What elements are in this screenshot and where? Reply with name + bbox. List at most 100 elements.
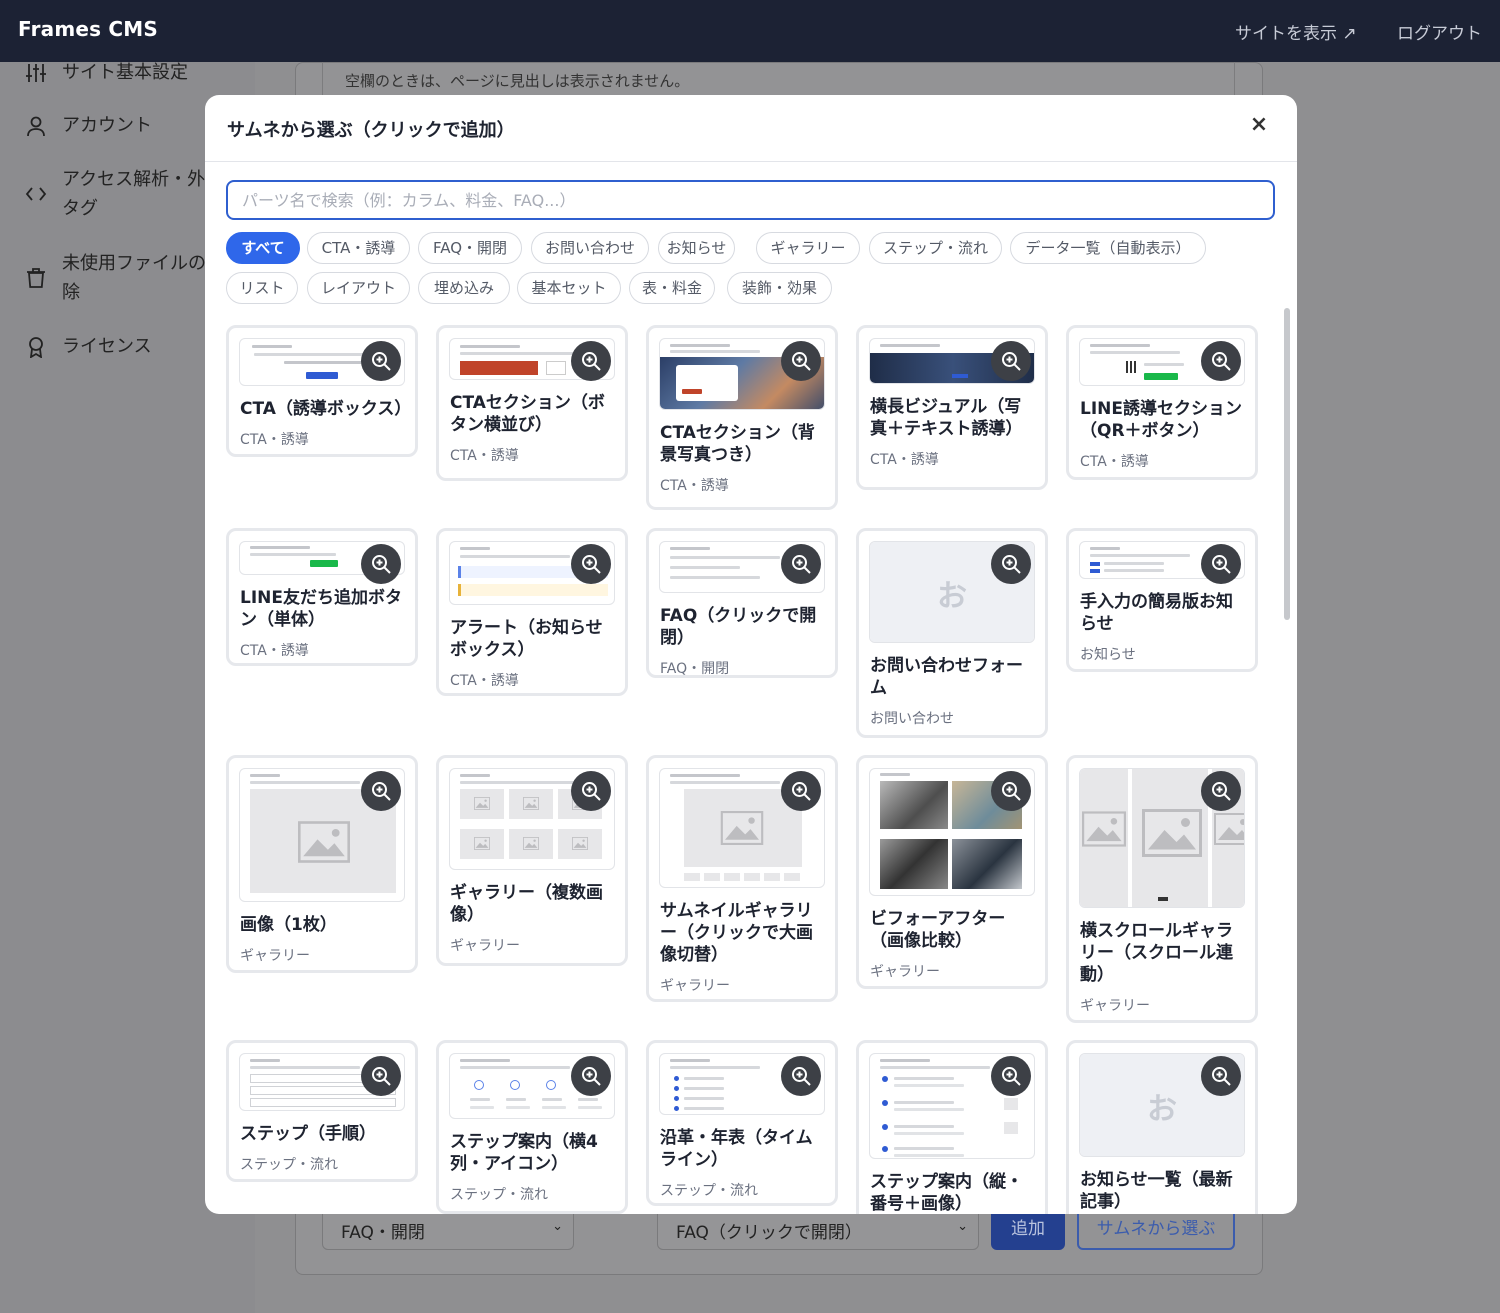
zoom-in-icon[interactable] xyxy=(571,341,611,381)
zoom-in-icon[interactable] xyxy=(571,1056,611,1096)
part-card[interactable]: サムネイルギャラリー（クリックで大画像切替） ギャラリー xyxy=(646,755,838,1002)
part-category: FAQ・開閉 xyxy=(660,661,730,677)
filter-chip[interactable]: 基本セット xyxy=(517,272,621,304)
part-select-value: FAQ（クリックで開閉） xyxy=(676,1223,862,1243)
part-title: LINE友だち追加ボタン（単体） xyxy=(240,588,402,630)
part-title: ステップ（手順） xyxy=(240,1124,376,1144)
filter-chip[interactable]: CTA・誘導 xyxy=(307,232,410,264)
part-card[interactable]: ギャラリー（複数画像） ギャラリー xyxy=(436,755,628,966)
part-card[interactable]: アラート（お知らせボックス） CTA・誘導 xyxy=(436,528,628,696)
part-card[interactable]: CTA（誘導ボックス） CTA・誘導 xyxy=(226,325,418,457)
image-placeholder-icon xyxy=(1214,813,1244,845)
part-title: CTAセクション（ボタン横並び） xyxy=(450,393,605,435)
sidebar-item-license[interactable]: ライセンス xyxy=(24,332,152,361)
filter-chip[interactable]: 装飾・効果 xyxy=(727,272,832,304)
zoom-in-icon[interactable] xyxy=(571,771,611,811)
part-category: ギャラリー xyxy=(870,964,940,980)
parts-grid: CTA（誘導ボックス） CTA・誘導 CTAセクション（ボタン横並び） CTA・誘導 C… xyxy=(205,317,1297,1214)
image-placeholder-icon xyxy=(474,797,490,810)
part-title: 沿革・年表（タイムライン） xyxy=(660,1128,813,1170)
filter-chip[interactable]: FAQ・開閉 xyxy=(418,232,522,264)
sidebar-item-analytics[interactable]: アクセス解析・外部 タグ xyxy=(24,165,223,223)
zoom-in-icon[interactable] xyxy=(781,341,821,381)
part-card[interactable]: FAQ（クリックで開閉） FAQ・開閉 xyxy=(646,528,838,678)
image-placeholder-icon xyxy=(1142,809,1202,857)
sidebar-item-account[interactable]: アカウント xyxy=(24,111,152,140)
filter-chip[interactable]: リスト xyxy=(226,272,298,304)
close-icon[interactable]: × xyxy=(1245,112,1273,142)
zoom-in-icon[interactable] xyxy=(781,1056,821,1096)
filter-chip[interactable]: すべて xyxy=(226,232,300,264)
part-card[interactable]: CTAセクション（背景写真つき） CTA・誘導 xyxy=(646,325,838,510)
image-placeholder-icon xyxy=(298,821,350,863)
part-select[interactable]: FAQ（クリックで開閉） ⌄ xyxy=(657,1208,979,1250)
badge-icon xyxy=(24,332,48,361)
part-card[interactable]: 画像（1枚） ギャラリー xyxy=(226,755,418,973)
part-card[interactable]: 沿革・年表（タイムライン） ステップ・流れ xyxy=(646,1040,838,1206)
part-card[interactable]: ビフォーアフター（画像比較） ギャラリー xyxy=(856,755,1048,989)
part-category: CTA・誘導 xyxy=(240,643,309,659)
zoom-in-icon[interactable] xyxy=(1201,341,1241,381)
zoom-in-icon[interactable] xyxy=(1201,544,1241,584)
part-title: CTA（誘導ボックス） xyxy=(240,399,412,419)
part-category: ギャラリー xyxy=(450,938,520,954)
user-icon xyxy=(24,111,48,140)
zoom-in-icon[interactable] xyxy=(361,544,401,584)
part-card[interactable]: LINE誘導セクション（QR＋ボタン） CTA・誘導 xyxy=(1066,325,1258,480)
zoom-in-icon[interactable] xyxy=(991,544,1031,584)
category-select[interactable]: FAQ・開閉 ⌄ xyxy=(322,1208,574,1250)
part-card[interactable]: おお知らせ一覧（最新記事） xyxy=(1066,1040,1258,1214)
image-placeholder-icon xyxy=(523,797,539,810)
image-placeholder-icon xyxy=(572,837,588,850)
sidebar-item-label: 未使用ファイルの削 除 xyxy=(62,253,224,303)
filter-chip[interactable]: 表・料金 xyxy=(629,272,715,304)
chevron-down-icon: ⌄ xyxy=(552,1219,563,1234)
zoom-in-icon[interactable] xyxy=(781,771,821,811)
filter-chip[interactable]: 埋め込み xyxy=(418,272,510,304)
part-card[interactable]: おお問い合わせフォーム お問い合わせ xyxy=(856,528,1048,738)
image-placeholder-icon xyxy=(474,837,490,850)
zoom-in-icon[interactable] xyxy=(1201,771,1241,811)
zoom-in-icon[interactable] xyxy=(361,771,401,811)
sidebar-item-unused-files[interactable]: 未使用ファイルの削 除 xyxy=(24,249,224,307)
view-site-link[interactable]: サイトを表示 ↗ xyxy=(1235,19,1357,44)
part-category: ギャラリー xyxy=(240,948,310,964)
part-card[interactable]: 手入力の簡易版お知らせ お知らせ xyxy=(1066,528,1258,672)
zoom-in-icon[interactable] xyxy=(361,1056,401,1096)
filter-chip[interactable]: レイアウト xyxy=(307,272,410,304)
zoom-in-icon[interactable] xyxy=(571,544,611,584)
part-title: ビフォーアフター（画像比較） xyxy=(870,909,1006,951)
part-title: お問い合わせフォーム xyxy=(870,656,1023,698)
trash-icon xyxy=(24,249,48,307)
add-button[interactable]: 追加 xyxy=(991,1208,1065,1250)
zoom-in-icon[interactable] xyxy=(1201,1056,1241,1096)
logout-link[interactable]: ログアウト xyxy=(1397,19,1482,44)
filter-chip[interactable]: お知らせ xyxy=(658,232,735,264)
sidebar-item-label: ライセンス xyxy=(62,336,152,357)
search-input[interactable] xyxy=(226,180,1275,220)
zoom-in-icon[interactable] xyxy=(781,544,821,584)
zoom-in-icon[interactable] xyxy=(991,341,1031,381)
filter-chip[interactable]: ステップ・流れ xyxy=(869,232,1002,264)
filter-chip[interactable]: お問い合わせ xyxy=(531,232,649,264)
part-title: ステップ案内（横4列・アイコン） xyxy=(450,1132,598,1174)
choose-thumb-button[interactable]: サムネから選ぶ xyxy=(1077,1208,1235,1250)
filter-chip[interactable]: ギャラリー xyxy=(756,232,860,264)
part-card[interactable]: 横スクロールギャラリー（スクロール連動） ギャラリー xyxy=(1066,755,1258,1023)
part-card[interactable]: ステップ案内（横4列・アイコン） ステップ・流れ xyxy=(436,1040,628,1214)
part-card[interactable]: 横長ビジュアル（写真＋テキスト誘導） CTA・誘導 xyxy=(856,325,1048,490)
part-card[interactable]: CTAセクション（ボタン横並び） CTA・誘導 xyxy=(436,325,628,481)
zoom-in-icon[interactable] xyxy=(991,1056,1031,1096)
sidebar-item-site-settings[interactable]: サイト基本設定 xyxy=(24,58,188,87)
part-category: お知らせ xyxy=(1080,647,1136,663)
brand-logo[interactable]: Frames CMS xyxy=(18,17,158,41)
zoom-in-icon[interactable] xyxy=(991,771,1031,811)
part-card[interactable]: LINE友だち追加ボタン（単体） CTA・誘導 xyxy=(226,528,418,666)
filter-chip[interactable]: データ一覧（自動表示） xyxy=(1010,232,1206,264)
part-card[interactable]: ステップ（手順） ステップ・流れ xyxy=(226,1040,418,1182)
zoom-in-icon[interactable] xyxy=(361,341,401,381)
modal-title: サムネから選ぶ（クリックで追加） xyxy=(227,120,515,141)
part-card[interactable]: ステップ案内（縦・番号＋画像）ステップ・流れ xyxy=(856,1040,1048,1214)
image-placeholder-icon xyxy=(1082,811,1126,847)
part-category: CTA・誘導 xyxy=(660,478,729,494)
